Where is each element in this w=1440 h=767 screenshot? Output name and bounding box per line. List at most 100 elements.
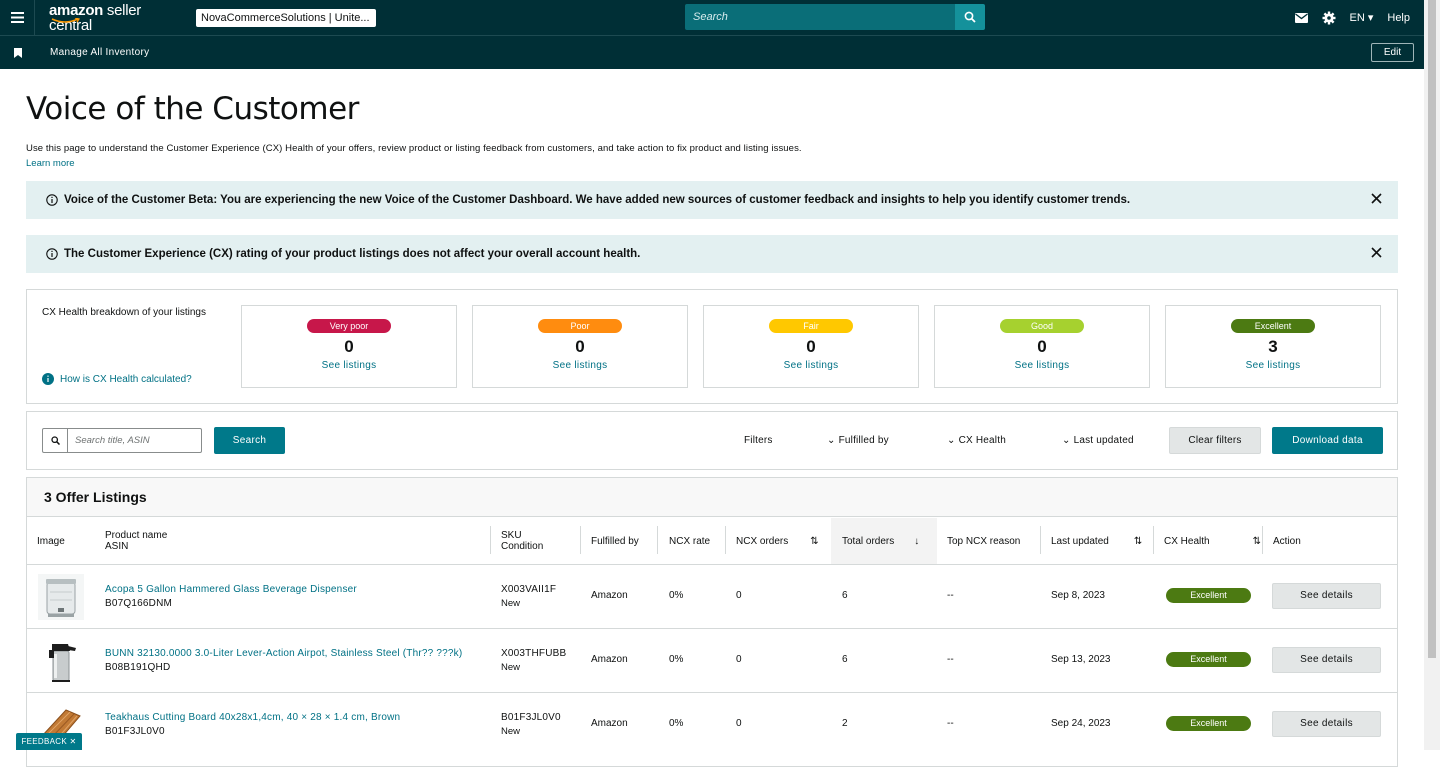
gear-icon[interactable] xyxy=(1322,11,1336,25)
header-product-name-label: Product name xyxy=(105,530,168,541)
close-icon[interactable] xyxy=(1371,193,1382,204)
last-updated-value: Sep 24, 2023 xyxy=(1051,718,1111,729)
info-icon xyxy=(42,373,54,385)
see-listings-link[interactable]: See listings xyxy=(704,360,918,371)
scrollbar-thumb[interactable] xyxy=(1428,0,1436,658)
total-orders-value: 2 xyxy=(842,718,848,729)
listing-search-field[interactable]: Search title, ASIN xyxy=(42,428,202,453)
global-search xyxy=(685,4,985,30)
sort-down-icon[interactable]: ↓ xyxy=(914,536,919,547)
see-details-button[interactable]: See details xyxy=(1272,647,1381,673)
beta-banner: Voice of the Customer Beta: You are expe… xyxy=(26,181,1398,219)
close-icon[interactable]: ✕ xyxy=(70,737,77,746)
feedback-tab[interactable]: FEEDBACK ✕ xyxy=(16,733,82,750)
beta-banner-text: Voice of the Customer Beta: You are expe… xyxy=(64,194,1131,206)
top-nav-bar: amazon seller central NovaCommerceSoluti… xyxy=(0,0,1424,35)
search-icon xyxy=(964,11,976,23)
cx-badge-excellent: Excellent xyxy=(1231,319,1315,333)
header-ncx-orders[interactable]: NCX orders ⇅ xyxy=(736,518,819,564)
download-data-button[interactable]: Download data xyxy=(1272,427,1383,454)
see-details-button[interactable]: See details xyxy=(1272,711,1381,737)
header-last-updated[interactable]: Last updated ⇅ xyxy=(1051,518,1142,564)
see-listings-link[interactable]: See listings xyxy=(473,360,687,371)
product-name-link[interactable]: Acopa 5 Gallon Hammered Glass Beverage D… xyxy=(105,584,357,595)
account-switcher[interactable]: NovaCommerceSolutions | Unite... xyxy=(196,8,376,27)
header-image: Image xyxy=(37,535,65,547)
cx-breakdown-label: CX Health breakdown of your listings xyxy=(42,307,206,318)
product-name-link[interactable]: BUNN 32130.0000 3.0-Liter Lever-Action A… xyxy=(105,648,462,659)
sort-icon[interactable]: ⇅ xyxy=(810,536,818,547)
global-search-button[interactable] xyxy=(955,4,985,30)
global-search-input[interactable] xyxy=(685,4,955,30)
ncx-orders-value: 0 xyxy=(736,718,742,729)
ncx-orders-value: 0 xyxy=(736,590,742,601)
bookmark-icon[interactable] xyxy=(14,47,22,58)
header-fulfilled-by[interactable]: Fulfilled by xyxy=(591,518,639,564)
see-listings-link[interactable]: See listings xyxy=(242,360,456,371)
column-divider xyxy=(490,526,491,554)
header-cx-health-label: CX Health xyxy=(1164,535,1210,547)
cx-card-poor: Poor 0 See listings xyxy=(472,305,688,388)
listing-search-button[interactable]: Search xyxy=(214,427,285,454)
total-orders-value: 6 xyxy=(842,654,848,665)
help-link[interactable]: Help xyxy=(1387,12,1410,24)
clear-filters-button[interactable]: Clear filters xyxy=(1169,427,1261,454)
fulfilled-by-filter[interactable]: ⌄ Fulfilled by xyxy=(827,435,889,446)
cx-count: 0 xyxy=(1037,337,1047,356)
product-name-link[interactable]: Teakhaus Cutting Board 40x28x1,4cm, 40 ×… xyxy=(105,712,400,723)
cx-health-filter[interactable]: ⌄ CX Health xyxy=(947,435,1006,446)
header-ncx-rate[interactable]: NCX rate xyxy=(669,518,710,564)
column-divider xyxy=(725,526,726,554)
column-divider xyxy=(1153,526,1154,554)
see-listings-link[interactable]: See listings xyxy=(935,360,1149,371)
header-sku-label: SKU xyxy=(501,530,522,541)
top-right-tools: EN ▾ Help xyxy=(1281,0,1410,35)
product-condition: New xyxy=(501,662,521,673)
close-icon[interactable] xyxy=(1371,247,1382,258)
product-sku: X003VAII1F xyxy=(501,584,557,595)
chevron-down-icon: ⌄ xyxy=(1062,435,1071,446)
product-image-airpot[interactable] xyxy=(38,638,84,684)
cx-health-breakdown: CX Health breakdown of your listings How… xyxy=(26,289,1398,404)
info-icon xyxy=(46,194,58,206)
header-product-name[interactable]: Product name ASIN xyxy=(105,518,167,564)
sort-icon[interactable]: ⇅ xyxy=(1134,536,1142,547)
top-ncx-reason-value: -- xyxy=(947,654,954,665)
header-sku[interactable]: SKU Condition xyxy=(501,518,543,564)
bookmark-manage-inventory[interactable]: Manage All Inventory xyxy=(50,47,149,58)
sort-icon[interactable]: ⇅ xyxy=(1253,536,1261,547)
filters-label: Filters xyxy=(744,435,773,446)
top-ncx-reason-value: -- xyxy=(947,718,954,729)
search-icon xyxy=(43,429,68,452)
cx-card-very-poor: Very poor 0 See listings xyxy=(241,305,457,388)
cx-rating-banner-text: The Customer Experience (CX) rating of y… xyxy=(64,248,641,260)
cx-badge-fair: Fair xyxy=(769,319,853,333)
see-details-button[interactable]: See details xyxy=(1272,583,1381,609)
product-condition: New xyxy=(501,726,521,737)
learn-more-link[interactable]: Learn more xyxy=(26,158,1398,169)
product-image-dispenser[interactable] xyxy=(38,574,84,620)
see-listings-link[interactable]: See listings xyxy=(1166,360,1380,371)
cx-card-excellent: Excellent 3 See listings xyxy=(1165,305,1381,388)
header-top-ncx-reason[interactable]: Top NCX reason xyxy=(947,518,1020,564)
page-scrollbar[interactable] xyxy=(1424,0,1440,750)
header-action: Action xyxy=(1273,535,1301,547)
seller-central-logo[interactable]: amazon seller central xyxy=(49,3,179,33)
header-cx-health[interactable]: CX Health ⇅ xyxy=(1164,518,1261,564)
menu-icon[interactable] xyxy=(0,0,35,35)
header-ncx-orders-label: NCX orders xyxy=(736,535,789,547)
product-asin: B07Q166DNM xyxy=(105,598,173,609)
edit-bookmarks-button[interactable]: Edit xyxy=(1371,43,1414,62)
header-total-orders[interactable]: Total orders ↓ xyxy=(831,518,937,564)
amazon-smile-icon xyxy=(51,17,81,23)
fulfilled-by-filter-label: Fulfilled by xyxy=(838,435,889,446)
total-orders-value: 6 xyxy=(842,590,848,601)
fulfilled-by-value: Amazon xyxy=(591,654,628,665)
bookmark-bar: Manage All Inventory Edit xyxy=(0,35,1424,69)
cx-health-how-link[interactable]: How is CX Health calculated? xyxy=(42,373,192,385)
mail-icon[interactable] xyxy=(1294,12,1308,23)
offer-listings-table: 3 Offer Listings Image Product name ASIN … xyxy=(26,477,1398,767)
page-intro: Use this page to understand the Customer… xyxy=(26,143,802,154)
last-updated-filter[interactable]: ⌄ Last updated xyxy=(1062,435,1134,446)
language-selector[interactable]: EN ▾ xyxy=(1350,11,1374,24)
